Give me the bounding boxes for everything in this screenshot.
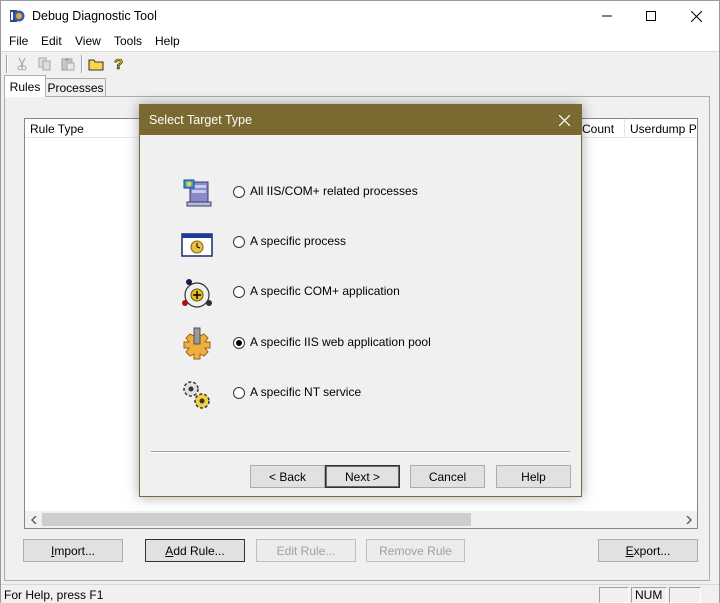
option-specific-iis-app-pool[interactable]: A specific IIS web application pool <box>140 323 581 363</box>
toolbar-separator <box>6 55 8 73</box>
help-button[interactable]: ? <box>110 55 128 73</box>
tab-rules[interactable]: Rules <box>4 75 46 97</box>
minimize-icon <box>602 15 612 17</box>
toolbar: ? <box>1 52 719 76</box>
minimize-button[interactable] <box>584 1 630 31</box>
dialog-title: Select Target Type <box>149 113 253 127</box>
cut-button[interactable] <box>13 55 31 73</box>
add-rule-button-label: dd Rule... <box>173 543 225 558</box>
option-label-specific-process: A specific process <box>250 234 347 248</box>
tab-processes[interactable]: Processes <box>46 78 106 97</box>
scroll-left-button[interactable] <box>25 511 42 528</box>
nt-service-gears-icon <box>183 381 210 409</box>
remove-rule-button[interactable]: Remove Rule <box>366 539 465 562</box>
option-specific-com-plus[interactable]: A specific COM+ application <box>140 272 581 312</box>
svg-text:?: ? <box>114 56 123 72</box>
column-header-count[interactable]: Count <box>577 119 625 138</box>
import-button[interactable]: Import... <box>23 539 123 562</box>
help-icon: ? <box>114 56 124 72</box>
export-button[interactable]: Export... <box>598 539 698 562</box>
title-bar: Debug Diagnostic Tool <box>1 1 719 31</box>
com-plus-icon <box>182 279 212 308</box>
chevron-right-icon <box>685 515 692 524</box>
help-dialog-button[interactable]: Help <box>496 465 571 488</box>
radio-specific-com-plus[interactable] <box>233 286 245 298</box>
menu-tools[interactable]: Tools <box>114 34 142 48</box>
export-button-mnemonic: E <box>625 543 634 558</box>
option-all-iis-com[interactable]: All IIS/COM+ related processes <box>140 172 581 212</box>
status-pane-caps <box>599 587 629 603</box>
back-button[interactable]: < Back <box>250 465 325 488</box>
window-title: Debug Diagnostic Tool <box>32 9 157 23</box>
status-bar: For Help, press F1 NUM <box>1 584 719 603</box>
export-button-label: xport... <box>633 543 671 558</box>
menu-bar: File Edit View Tools Help <box>1 31 719 52</box>
close-button[interactable] <box>673 1 719 31</box>
option-specific-process[interactable]: A specific process <box>140 222 581 262</box>
status-pane-scroll <box>669 587 701 603</box>
maximize-icon <box>646 11 656 21</box>
process-window-icon <box>181 233 213 257</box>
edit-rule-button[interactable]: Edit Rule... <box>256 539 356 562</box>
close-icon <box>558 114 570 126</box>
radio-specific-process[interactable] <box>233 236 245 248</box>
paste-button[interactable] <box>59 55 77 73</box>
maximize-button[interactable] <box>628 1 674 31</box>
server-computer-icon <box>183 179 212 207</box>
toolbar-separator <box>81 55 83 73</box>
menu-help[interactable]: Help <box>155 34 180 48</box>
app-logo-icon <box>10 10 25 22</box>
menu-edit[interactable]: Edit <box>41 34 62 48</box>
iis-gear-icon <box>183 327 211 360</box>
open-folder-icon <box>88 59 104 71</box>
status-text: For Help, press F1 <box>4 588 104 602</box>
option-specific-nt-service[interactable]: A specific NT service <box>140 373 581 413</box>
option-label-specific-nt-service: A specific NT service <box>250 385 362 399</box>
option-label-all-iis-com: All IIS/COM+ related processes <box>250 184 418 198</box>
dialog-separator <box>151 451 570 453</box>
option-label-specific-iis-app-pool: A specific IIS web application pool <box>250 335 431 349</box>
copy-icon <box>38 57 51 71</box>
scroll-right-button[interactable] <box>680 511 697 528</box>
dialog-close-button[interactable] <box>553 109 575 131</box>
select-target-type-dialog: Select Target Type All IIS/COM+ related … <box>139 104 582 497</box>
option-label-specific-com-plus: A specific COM+ application <box>250 284 400 298</box>
open-button[interactable] <box>87 55 105 73</box>
add-rule-button[interactable]: Add Rule... <box>145 539 245 562</box>
scroll-thumb[interactable] <box>42 513 471 526</box>
copy-button[interactable] <box>36 55 54 73</box>
radio-specific-iis-app-pool[interactable] <box>233 337 245 349</box>
import-button-label: mport... <box>54 543 96 558</box>
status-pane-num: NUM <box>631 587 667 603</box>
cancel-button[interactable]: Cancel <box>410 465 485 488</box>
menu-view[interactable]: View <box>75 34 101 48</box>
radio-specific-nt-service[interactable] <box>233 387 245 399</box>
cut-icon <box>17 57 27 71</box>
horizontal-scrollbar[interactable] <box>25 511 697 528</box>
dialog-title-bar: Select Target Type <box>140 105 581 135</box>
close-icon <box>690 10 702 22</box>
radio-all-iis-com[interactable] <box>233 186 245 198</box>
chevron-left-icon <box>30 515 37 524</box>
paste-icon <box>61 58 75 71</box>
column-header-userdump-path[interactable]: Userdump Pat <box>625 119 697 138</box>
add-rule-button-mnemonic: A <box>165 543 174 558</box>
next-button[interactable]: Next > <box>325 465 400 488</box>
menu-file[interactable]: File <box>9 34 28 48</box>
